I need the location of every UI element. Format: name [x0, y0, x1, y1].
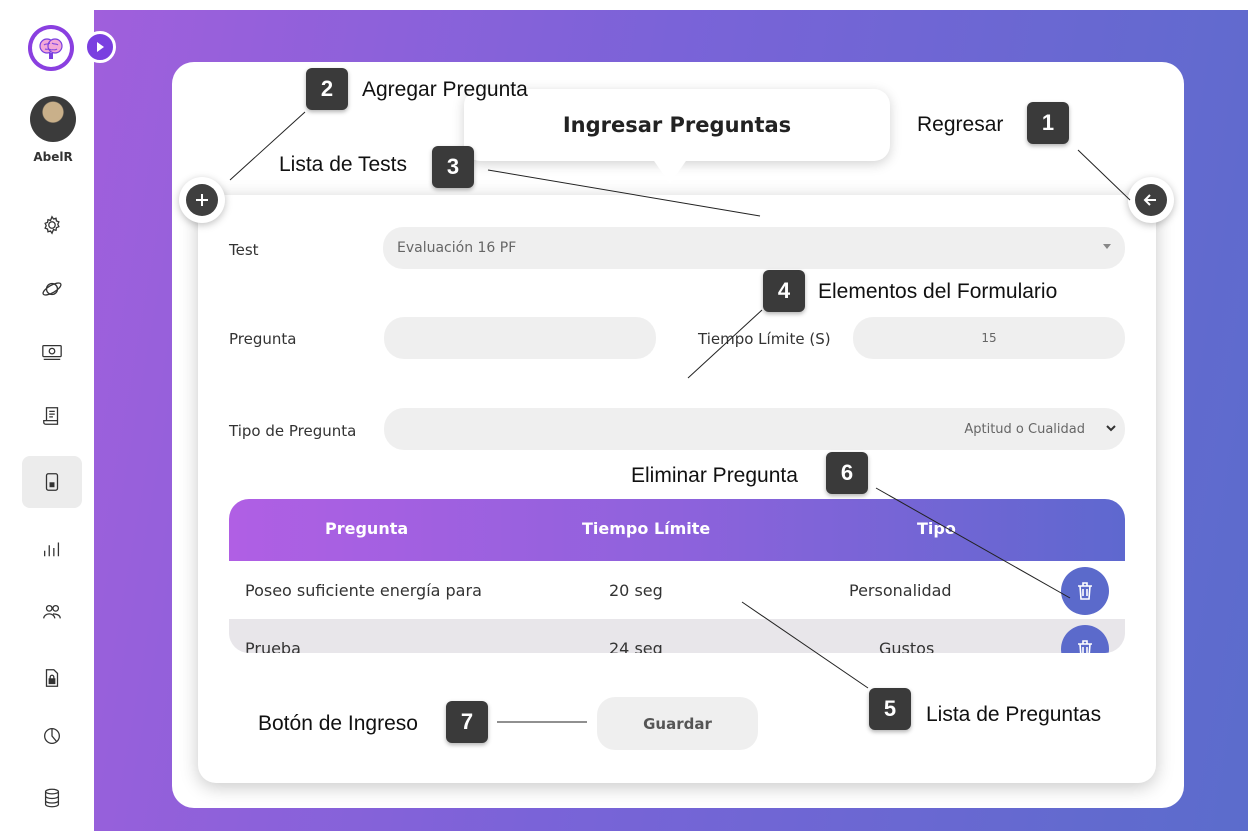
header-pregunta: Pregunta	[325, 519, 409, 538]
tiempo-input-value: 15	[981, 331, 997, 345]
nav-stats[interactable]	[22, 522, 82, 574]
save-button[interactable]: Guardar	[597, 697, 758, 750]
nav-files[interactable]	[22, 652, 82, 704]
row-pregunta: Prueba	[245, 639, 301, 653]
brain-logo-icon	[28, 25, 74, 71]
tipo-select-value: Aptitud o Cualidad	[964, 421, 1085, 437]
test-select-value: Evaluación 16 PF	[397, 240, 517, 256]
trash-icon	[1078, 582, 1092, 600]
back-button[interactable]	[1128, 177, 1174, 223]
pregunta-input[interactable]	[384, 317, 656, 359]
nav-preguntas[interactable]	[22, 456, 82, 508]
annotation-badge-6: 6	[826, 452, 868, 494]
delete-question-button[interactable]	[1061, 567, 1109, 615]
nav-users[interactable]	[22, 586, 82, 638]
table-row[interactable]: Prueba 24 seg Gustos	[229, 619, 1125, 653]
play-icon	[97, 42, 104, 52]
file-lock-icon	[45, 669, 59, 687]
sidebar: AbelR	[0, 0, 116, 831]
document-icon	[43, 407, 59, 425]
users-icon	[43, 604, 61, 619]
pregunta-label: Pregunta	[229, 330, 297, 348]
arrow-left-icon	[1143, 194, 1156, 206]
collapse-sidebar-button[interactable]	[84, 31, 116, 63]
tiempo-label: Tiempo Límite (S)	[698, 330, 831, 348]
title-bubble-tail	[652, 158, 688, 184]
chevron-down-icon	[1106, 425, 1116, 432]
row-tipo: Gustos	[879, 639, 935, 653]
questions-table: Pregunta Tiempo Límite Tipo Poseo sufici…	[229, 499, 1125, 653]
annotation-badge-2: 2	[306, 68, 348, 110]
annotation-badge-4: 4	[763, 270, 805, 312]
table-row[interactable]: Poseo suficiente energía para 20 seg Per…	[229, 561, 1125, 619]
caret-down-icon	[1103, 244, 1111, 249]
annotation-badge-3: 3	[432, 146, 474, 188]
plus-icon	[196, 194, 208, 206]
tiempo-input[interactable]: 15	[853, 317, 1125, 359]
annotation-badge-5: 5	[869, 688, 911, 730]
nav-planet[interactable]	[22, 263, 82, 315]
bar-chart-icon	[44, 542, 60, 557]
table-header: Pregunta Tiempo Límite Tipo	[229, 499, 1125, 561]
row-tiempo: 20 seg	[609, 581, 663, 600]
test-select[interactable]: Evaluación 16 PF	[383, 227, 1125, 269]
nav-reports[interactable]	[22, 710, 82, 762]
nav-documents[interactable]	[22, 390, 82, 442]
row-tiempo: 24 seg	[609, 639, 663, 653]
annotation-label-1: Regresar	[917, 113, 1004, 136]
trash-icon	[1078, 640, 1092, 653]
annotation-label-3: Lista de Tests	[279, 153, 408, 176]
row-tipo: Personalidad	[849, 581, 952, 600]
test-label: Test	[229, 241, 259, 259]
tipo-label: Tipo de Pregunta	[229, 422, 357, 440]
annotation-badge-1: 1	[1027, 102, 1069, 144]
avatar[interactable]	[30, 96, 76, 142]
annotation-label-2: Agregar Pregunta	[362, 78, 528, 101]
mobile-icon	[45, 473, 59, 491]
header-tiempo: Tiempo Límite	[582, 519, 711, 538]
money-icon	[42, 344, 62, 360]
row-pregunta: Poseo suficiente energía para	[245, 581, 482, 600]
annotation-label-4: Elementos del Formulario	[818, 280, 1058, 303]
nav-money[interactable]	[22, 326, 82, 378]
add-question-button[interactable]	[179, 177, 225, 223]
gear-icon	[44, 215, 60, 235]
tipo-select[interactable]: Aptitud o Cualidad	[384, 408, 1125, 450]
planet-icon	[42, 282, 62, 296]
pie-chart-icon	[44, 728, 60, 744]
username: AbelR	[33, 150, 73, 164]
delete-question-button[interactable]	[1061, 625, 1109, 653]
annotation-label-6: Eliminar Pregunta	[631, 464, 798, 487]
nav-settings[interactable]	[22, 199, 82, 251]
annotation-label-7: Botón de Ingreso	[258, 712, 418, 735]
header-tipo: Tipo	[917, 519, 956, 538]
annotation-badge-7: 7	[446, 701, 488, 743]
database-icon	[44, 788, 60, 808]
annotation-label-5: Lista de Preguntas	[926, 703, 1102, 726]
nav-database[interactable]	[22, 772, 82, 824]
